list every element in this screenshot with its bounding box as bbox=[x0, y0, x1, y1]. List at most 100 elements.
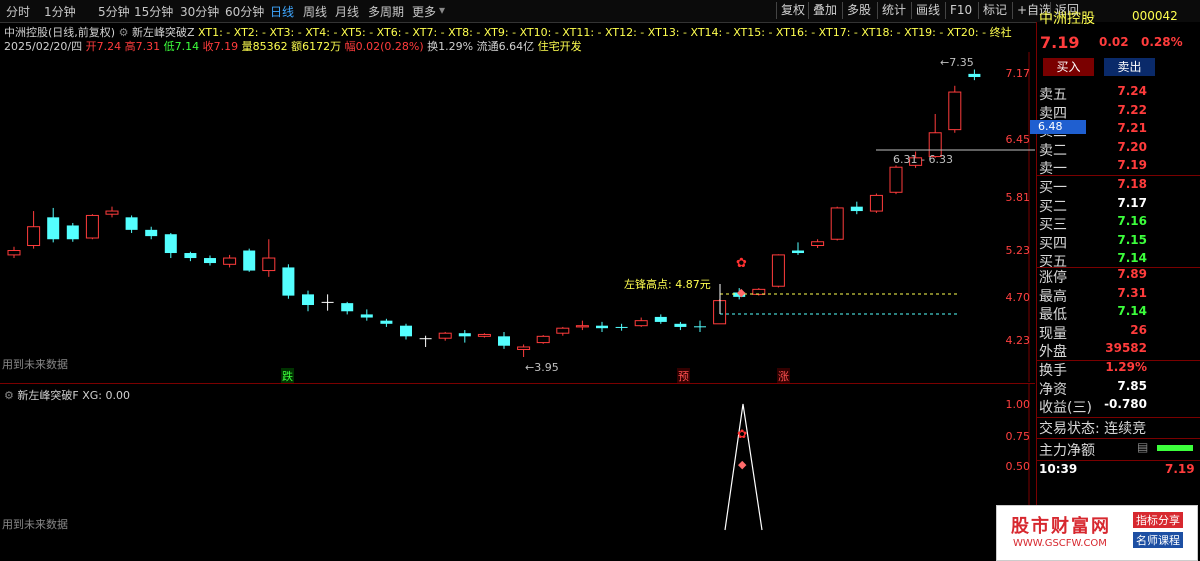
stat-row-label: 最高 bbox=[1039, 288, 1067, 305]
candle-body bbox=[380, 320, 393, 324]
candle-body bbox=[948, 91, 962, 131]
candle-body bbox=[27, 226, 41, 247]
candle-body bbox=[968, 73, 981, 78]
period-tab-1min[interactable]: 1分钟 bbox=[44, 3, 76, 20]
candle-body bbox=[105, 210, 119, 215]
period-tab-15min[interactable]: 15分钟 bbox=[134, 3, 173, 20]
period-tab-timeshare[interactable]: 分时 bbox=[6, 3, 30, 20]
ask-row-label: 卖二 bbox=[1039, 142, 1067, 159]
stat2-row: 换手 1.29% bbox=[1037, 360, 1153, 379]
candle-body bbox=[164, 234, 177, 254]
candle-body bbox=[792, 250, 804, 254]
tick-price: 7.19 bbox=[1165, 462, 1195, 476]
candle-body bbox=[654, 316, 667, 322]
future-data-note: 用到未来数据 bbox=[2, 518, 68, 531]
bid-row-label: 买二 bbox=[1039, 198, 1067, 215]
candle-body bbox=[184, 253, 197, 259]
low-price-value: 3.95 bbox=[534, 361, 559, 374]
diamond-icon: ◆ bbox=[738, 458, 747, 471]
stat2-row-label: 净资 bbox=[1039, 381, 1067, 398]
sub-y-tick: 0.50 bbox=[1005, 460, 1031, 473]
mark-button[interactable]: 标记 bbox=[978, 2, 1011, 19]
menu-icon[interactable]: ▤ bbox=[1137, 440, 1148, 454]
candle-body bbox=[889, 166, 903, 193]
candle-body bbox=[341, 303, 354, 312]
bid-row-value: 7.18 bbox=[1117, 177, 1147, 191]
f10-button[interactable]: F10 bbox=[945, 2, 976, 19]
main-flow-label[interactable]: 主力净额 bbox=[1039, 440, 1095, 460]
period-tab-weekly[interactable]: 周线 bbox=[303, 3, 327, 20]
sub-y-tick: 0.75 bbox=[1005, 430, 1031, 443]
candle-body bbox=[243, 250, 256, 271]
period-tab-5min[interactable]: 5分钟 bbox=[98, 3, 130, 20]
buy-button[interactable]: 买入 bbox=[1043, 58, 1094, 76]
ask-row-value: 7.19 bbox=[1117, 158, 1147, 172]
ask-row: 卖四 7.22 bbox=[1037, 103, 1153, 122]
kline-chart-area[interactable]: 中洲控股(日线,前复权) ⚙ 新左峰突破Z XT1: - XT2: - XT3:… bbox=[0, 22, 1036, 384]
candle-body bbox=[596, 325, 608, 329]
sell-button[interactable]: 卖出 bbox=[1104, 58, 1155, 76]
period-tab-monthly[interactable]: 月线 bbox=[335, 3, 359, 20]
bid-row: 买二 7.17 bbox=[1037, 196, 1153, 215]
bid-row-value: 7.16 bbox=[1117, 214, 1147, 228]
ask-row: 卖二 7.20 bbox=[1037, 140, 1153, 159]
bid-row: 买三 7.16 bbox=[1037, 214, 1153, 233]
signal-up-badge: 涨 bbox=[777, 368, 790, 384]
candle-body bbox=[302, 294, 314, 306]
candle-body bbox=[556, 327, 570, 334]
main-flow-bar bbox=[1157, 445, 1193, 451]
draw-line-button[interactable]: 画线 bbox=[911, 2, 944, 19]
candle-body bbox=[262, 257, 276, 272]
stat-row-value: 26 bbox=[1130, 322, 1147, 337]
overlay-button[interactable]: 叠加 bbox=[808, 2, 841, 19]
diamond-icon: ◆ bbox=[737, 286, 746, 299]
y-tick: 6.45 bbox=[1005, 133, 1031, 146]
candle-body bbox=[66, 225, 79, 240]
watermark-tag: 名师课程 bbox=[1133, 532, 1183, 548]
period-tab-more[interactable]: 更多 bbox=[412, 3, 436, 20]
period-tab-multi[interactable]: 多周期 bbox=[368, 3, 404, 20]
bid-row: 买一 7.18 bbox=[1037, 177, 1153, 196]
site-watermark: 股市财富网 WWW.GSCFW.COM 指标分享 名师课程 bbox=[996, 505, 1198, 561]
signal-pre-badge: 预 bbox=[677, 368, 690, 384]
stat-row-label: 最低 bbox=[1039, 307, 1067, 323]
chevron-down-icon[interactable]: ▾ bbox=[439, 3, 445, 17]
watermark-site: 股市财富网 bbox=[1011, 516, 1111, 537]
stat-row-value: 7.89 bbox=[1117, 267, 1147, 281]
tick-time: 10:39 bbox=[1039, 462, 1078, 476]
stat-row: 外盘 39582 bbox=[1037, 341, 1153, 360]
candle-body bbox=[458, 333, 471, 337]
period-tab-30min[interactable]: 30分钟 bbox=[180, 3, 219, 20]
bid-row-label: 买一 bbox=[1039, 180, 1067, 196]
candle-body bbox=[47, 217, 60, 240]
period-tab-60min[interactable]: 60分钟 bbox=[225, 3, 264, 20]
candle-body bbox=[517, 346, 531, 350]
bid-row-label: 买三 bbox=[1039, 217, 1067, 233]
stat2-row-value: 1.29% bbox=[1105, 360, 1147, 374]
candle-body bbox=[830, 207, 844, 240]
signal-down-badge: 跌 bbox=[281, 368, 294, 384]
top-price-label: ←7.35 bbox=[940, 56, 974, 69]
candlestick-svg bbox=[7, 52, 1035, 382]
candle-body bbox=[360, 314, 373, 318]
candle-body bbox=[811, 241, 825, 247]
adjust-button[interactable]: 复权 bbox=[776, 2, 809, 19]
multi-stock-button[interactable]: 多股 bbox=[842, 2, 875, 19]
range-label: 6.31 - 6.33 bbox=[893, 153, 953, 166]
indicator-subchart[interactable]: ⚙ 新左峰突破F XG: 0.00 1.00 0.75 0.50 用到未来数据 … bbox=[0, 383, 1035, 533]
candle-body bbox=[7, 250, 21, 256]
indicator-svg bbox=[724, 384, 1030, 533]
candle-body bbox=[477, 333, 491, 337]
candle-body bbox=[498, 336, 510, 346]
quote-panel: 中洲控股 000042 7.19 0.02 0.28% 买入 卖出 卖五 7.24… bbox=[1036, 9, 1200, 532]
statistics-button[interactable]: 统计 bbox=[877, 2, 910, 19]
candle-body bbox=[575, 325, 589, 328]
stat-row: 涨停 7.89 bbox=[1037, 267, 1153, 286]
stat2-row-value: 7.85 bbox=[1117, 378, 1147, 393]
candle-body bbox=[850, 206, 863, 212]
period-tab-daily[interactable]: 日线 bbox=[270, 3, 294, 20]
stat2-row-label: 换手 bbox=[1039, 363, 1067, 379]
y-tick: 4.70 bbox=[1005, 291, 1031, 304]
candle-body bbox=[85, 214, 99, 239]
stat2-row-value: -0.780 bbox=[1104, 397, 1147, 411]
